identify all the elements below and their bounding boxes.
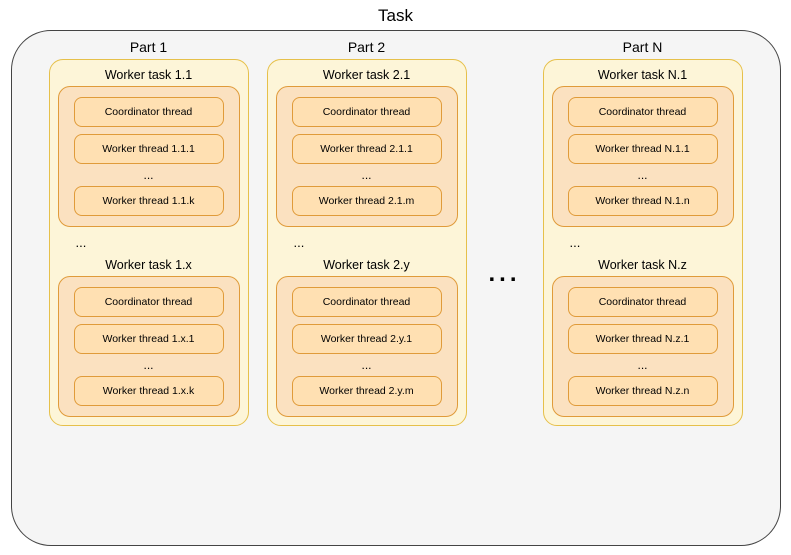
ellipsis: ... [552, 235, 581, 250]
ellipsis: ... [143, 361, 153, 369]
ellipsis: ... [58, 235, 87, 250]
worker-task-title: Worker task N.z [598, 258, 687, 272]
worker-thread: Worker thread N.1.n [568, 186, 718, 216]
part-body: Worker task 2.1 Coordinator thread Worke… [267, 59, 467, 426]
worker-task: Coordinator thread Worker thread N.z.1 .… [552, 276, 734, 417]
ellipsis: ... [143, 171, 153, 179]
task-container: Part 1 Worker task 1.1 Coordinator threa… [11, 30, 781, 546]
worker-task: Coordinator thread Worker thread 2.1.1 .… [276, 86, 458, 227]
part-body: Worker task N.1 Coordinator thread Worke… [543, 59, 743, 426]
worker-thread: Worker thread 2.y.1 [292, 324, 442, 354]
worker-thread: Worker thread 2.y.m [292, 376, 442, 406]
part-n: Part N Worker task N.1 Coordinator threa… [543, 39, 743, 426]
worker-task-title: Worker task 1.1 [105, 68, 192, 82]
worker-thread: Worker thread N.1.1 [568, 134, 718, 164]
worker-task-title: Worker task 1.x [105, 258, 192, 272]
coordinator-thread: Coordinator thread [568, 287, 718, 317]
worker-thread: Worker thread 1.1.1 [74, 134, 224, 164]
diagram-title: Task [378, 6, 413, 26]
worker-thread: Worker thread 1.x.k [74, 376, 224, 406]
worker-thread: Worker thread N.z.n [568, 376, 718, 406]
worker-task-title: Worker task 2.y [323, 258, 410, 272]
ellipsis: ... [361, 171, 371, 179]
part-2: Part 2 Worker task 2.1 Coordinator threa… [267, 39, 467, 426]
coordinator-thread: Coordinator thread [568, 97, 718, 127]
ellipsis: ... [276, 235, 305, 250]
worker-thread: Worker thread 1.x.1 [74, 324, 224, 354]
worker-thread: Worker thread 1.1.k [74, 186, 224, 216]
part-body: Worker task 1.1 Coordinator thread Worke… [49, 59, 249, 426]
part-1: Part 1 Worker task 1.1 Coordinator threa… [49, 39, 249, 426]
worker-task: Coordinator thread Worker thread N.1.1 .… [552, 86, 734, 227]
worker-task: Coordinator thread Worker thread 1.1.1 .… [58, 86, 240, 227]
part-title: Part 2 [348, 39, 385, 55]
part-title: Part 1 [130, 39, 167, 55]
worker-thread: Worker thread N.z.1 [568, 324, 718, 354]
coordinator-thread: Coordinator thread [74, 97, 224, 127]
ellipsis: ... [361, 361, 371, 369]
worker-thread: Worker thread 2.1.m [292, 186, 442, 216]
coordinator-thread: Coordinator thread [292, 287, 442, 317]
ellipsis: ... [637, 361, 647, 369]
worker-thread: Worker thread 2.1.1 [292, 134, 442, 164]
ellipsis: ... [637, 171, 647, 179]
worker-task-title: Worker task N.1 [598, 68, 687, 82]
worker-task: Coordinator thread Worker thread 1.x.1 .… [58, 276, 240, 417]
worker-task-title: Worker task 2.1 [323, 68, 410, 82]
column-ellipsis: ... [485, 39, 525, 509]
part-title: Part N [623, 39, 663, 55]
worker-task: Coordinator thread Worker thread 2.y.1 .… [276, 276, 458, 417]
coordinator-thread: Coordinator thread [292, 97, 442, 127]
coordinator-thread: Coordinator thread [74, 287, 224, 317]
